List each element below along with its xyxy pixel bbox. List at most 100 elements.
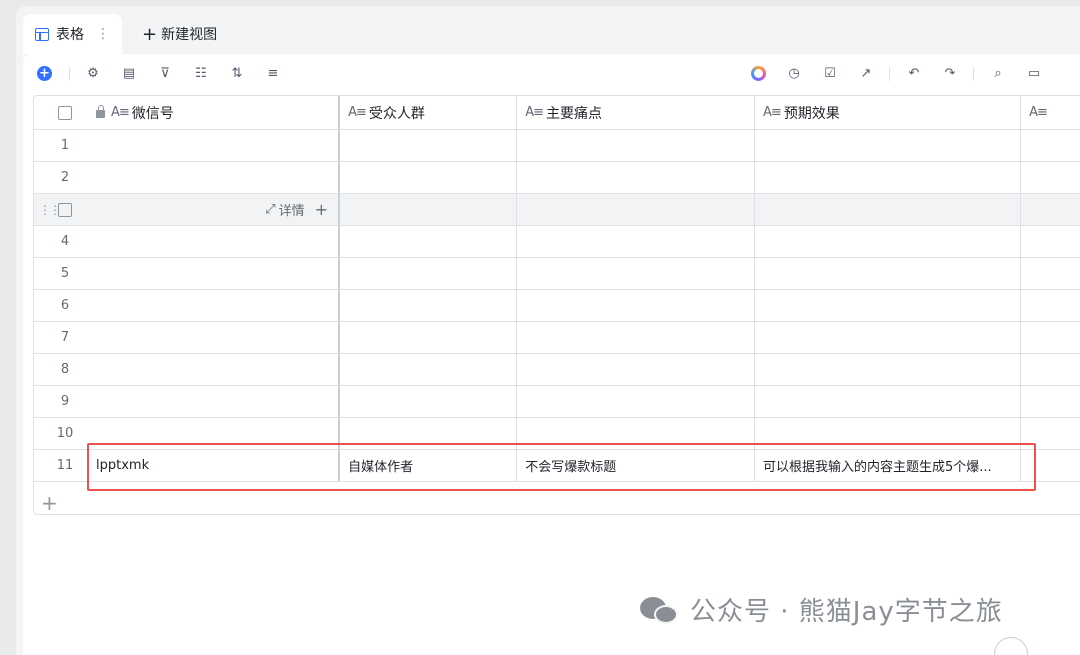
cell[interactable]	[1021, 290, 1080, 321]
expand-detail-button[interactable]: ⤢ 详情 +	[265, 200, 328, 219]
cell[interactable]	[1021, 226, 1080, 257]
cell[interactable]	[340, 258, 518, 289]
header-cell[interactable]: A≡ 预期效果	[755, 96, 1022, 129]
table-row[interactable]: 5	[34, 258, 1080, 290]
cell[interactable]	[755, 194, 1022, 225]
cell[interactable]	[1021, 322, 1080, 353]
drag-handle-icon[interactable]: ⋮⋮	[39, 203, 61, 217]
cell[interactable]	[1021, 386, 1080, 417]
cell[interactable]: 5	[34, 258, 341, 289]
row-number: 6	[60, 298, 70, 313]
table-row[interactable]: 11 lpptxmk 自媒体作者 不会写爆款标题 可以根据我输入的内容主题生成5个…	[34, 450, 1080, 482]
new-view-label: 新建视图	[161, 27, 218, 43]
ai-icon[interactable]	[751, 66, 766, 81]
cell[interactable]	[517, 354, 756, 385]
sort-icon[interactable]: ⇅	[229, 66, 245, 82]
cell[interactable]	[340, 130, 518, 161]
cell[interactable]	[340, 322, 518, 353]
cell[interactable]: 可以根据我输入的内容主题生成5个爆...	[755, 450, 1022, 481]
cell[interactable]	[517, 386, 756, 417]
cell[interactable]	[1021, 258, 1080, 289]
table-row[interactable]: 4	[34, 226, 1080, 258]
cell[interactable]	[755, 162, 1022, 193]
text-field-icon: A≡	[525, 105, 544, 120]
table-row[interactable]: 10	[34, 418, 1080, 450]
field-config-icon[interactable]: ▤	[121, 66, 137, 82]
share-icon[interactable]: ↗	[858, 66, 874, 82]
cell[interactable]	[340, 290, 518, 321]
cell[interactable]	[340, 386, 518, 417]
cell[interactable]	[1021, 418, 1080, 449]
table-row[interactable]: 8	[34, 354, 1080, 386]
cell[interactable]: 6	[34, 290, 341, 321]
header-cell[interactable]: A≡ 受众人群	[340, 96, 518, 129]
cell[interactable]	[517, 290, 756, 321]
tab-table-view[interactable]: 表格 ⋮	[23, 14, 122, 54]
cell[interactable]	[517, 194, 756, 225]
add-record-icon[interactable]: +	[37, 66, 52, 81]
cell[interactable]	[517, 418, 756, 449]
cell[interactable]	[517, 162, 756, 193]
cell[interactable]	[340, 226, 518, 257]
add-row-button[interactable]: +	[41, 491, 58, 515]
cell[interactable]	[755, 418, 1022, 449]
cell[interactable]: 自媒体作者	[340, 450, 518, 481]
filter-icon[interactable]: ⊽	[157, 66, 173, 82]
cell[interactable]	[1021, 354, 1080, 385]
search-icon[interactable]: ⌕	[990, 66, 1006, 82]
header-cell[interactable]: A≡ 主要痛点	[517, 96, 756, 129]
table-row[interactable]: 2	[34, 162, 1080, 194]
cell[interactable]	[340, 418, 518, 449]
app-window: 表格 ⋮ + 新建视图 + ⚙ ▤ ⊽ ☷ ⇅ ≡ ◷ ☑ ↗ ↶ ↷ ⌕ ▭	[16, 6, 1080, 655]
header-cell[interactable]: A≡	[1021, 96, 1080, 129]
comment-icon[interactable]: ▭	[1026, 66, 1042, 82]
more-options-icon[interactable]: ⋮	[96, 26, 110, 42]
cell[interactable]	[755, 226, 1022, 257]
cell[interactable]	[1021, 162, 1080, 193]
cell[interactable]: 9	[34, 386, 341, 417]
table-row[interactable]: 1	[34, 130, 1080, 162]
history-icon[interactable]: ◷	[786, 66, 802, 82]
cell[interactable]	[517, 130, 756, 161]
undo-icon[interactable]: ↶	[906, 66, 922, 82]
redo-icon[interactable]: ↷	[942, 66, 958, 82]
cell[interactable]	[1021, 450, 1080, 481]
cell[interactable]	[755, 130, 1022, 161]
cell[interactable]: 4	[34, 226, 341, 257]
cell[interactable]	[755, 386, 1022, 417]
row-height-icon[interactable]: ≡	[265, 66, 281, 82]
cell[interactable]	[517, 322, 756, 353]
cell[interactable]: ⋮⋮ ⤢ 详情 +	[34, 194, 341, 225]
cell[interactable]: 不会写爆款标题	[517, 450, 756, 481]
cell[interactable]: 2	[34, 162, 341, 193]
header-cell-primary[interactable]: A≡ 微信号	[34, 96, 341, 129]
cell[interactable]	[517, 226, 756, 257]
group-icon[interactable]: ☷	[193, 66, 209, 82]
table-row[interactable]: 6	[34, 290, 1080, 322]
cell[interactable]	[517, 258, 756, 289]
cell[interactable]	[340, 194, 518, 225]
cell[interactable]: 11 lpptxmk	[34, 450, 341, 481]
cell[interactable]	[340, 162, 518, 193]
cell[interactable]	[1021, 194, 1080, 225]
cell[interactable]	[755, 258, 1022, 289]
cell[interactable]: 1	[34, 130, 341, 161]
table-row[interactable]: 9	[34, 386, 1080, 418]
cell[interactable]	[755, 354, 1022, 385]
select-all-checkbox[interactable]	[58, 105, 72, 120]
cell[interactable]: 8	[34, 354, 341, 385]
insert-row-icon[interactable]: +	[315, 200, 328, 219]
task-icon[interactable]: ☑	[822, 66, 838, 82]
cell[interactable]	[755, 290, 1022, 321]
cell[interactable]	[1021, 130, 1080, 161]
settings-icon[interactable]: ⚙	[85, 66, 101, 82]
toolbar-divider	[69, 67, 70, 81]
cell[interactable]: 7	[34, 322, 341, 353]
table-row-hovered[interactable]: ⋮⋮ ⤢ 详情 +	[34, 194, 1080, 226]
row-checkbox[interactable]	[58, 202, 72, 217]
new-view-button[interactable]: + 新建视图	[142, 14, 217, 54]
table-row[interactable]: 7	[34, 322, 1080, 354]
cell[interactable]: 10	[34, 418, 341, 449]
cell[interactable]	[340, 354, 518, 385]
cell[interactable]	[755, 322, 1022, 353]
